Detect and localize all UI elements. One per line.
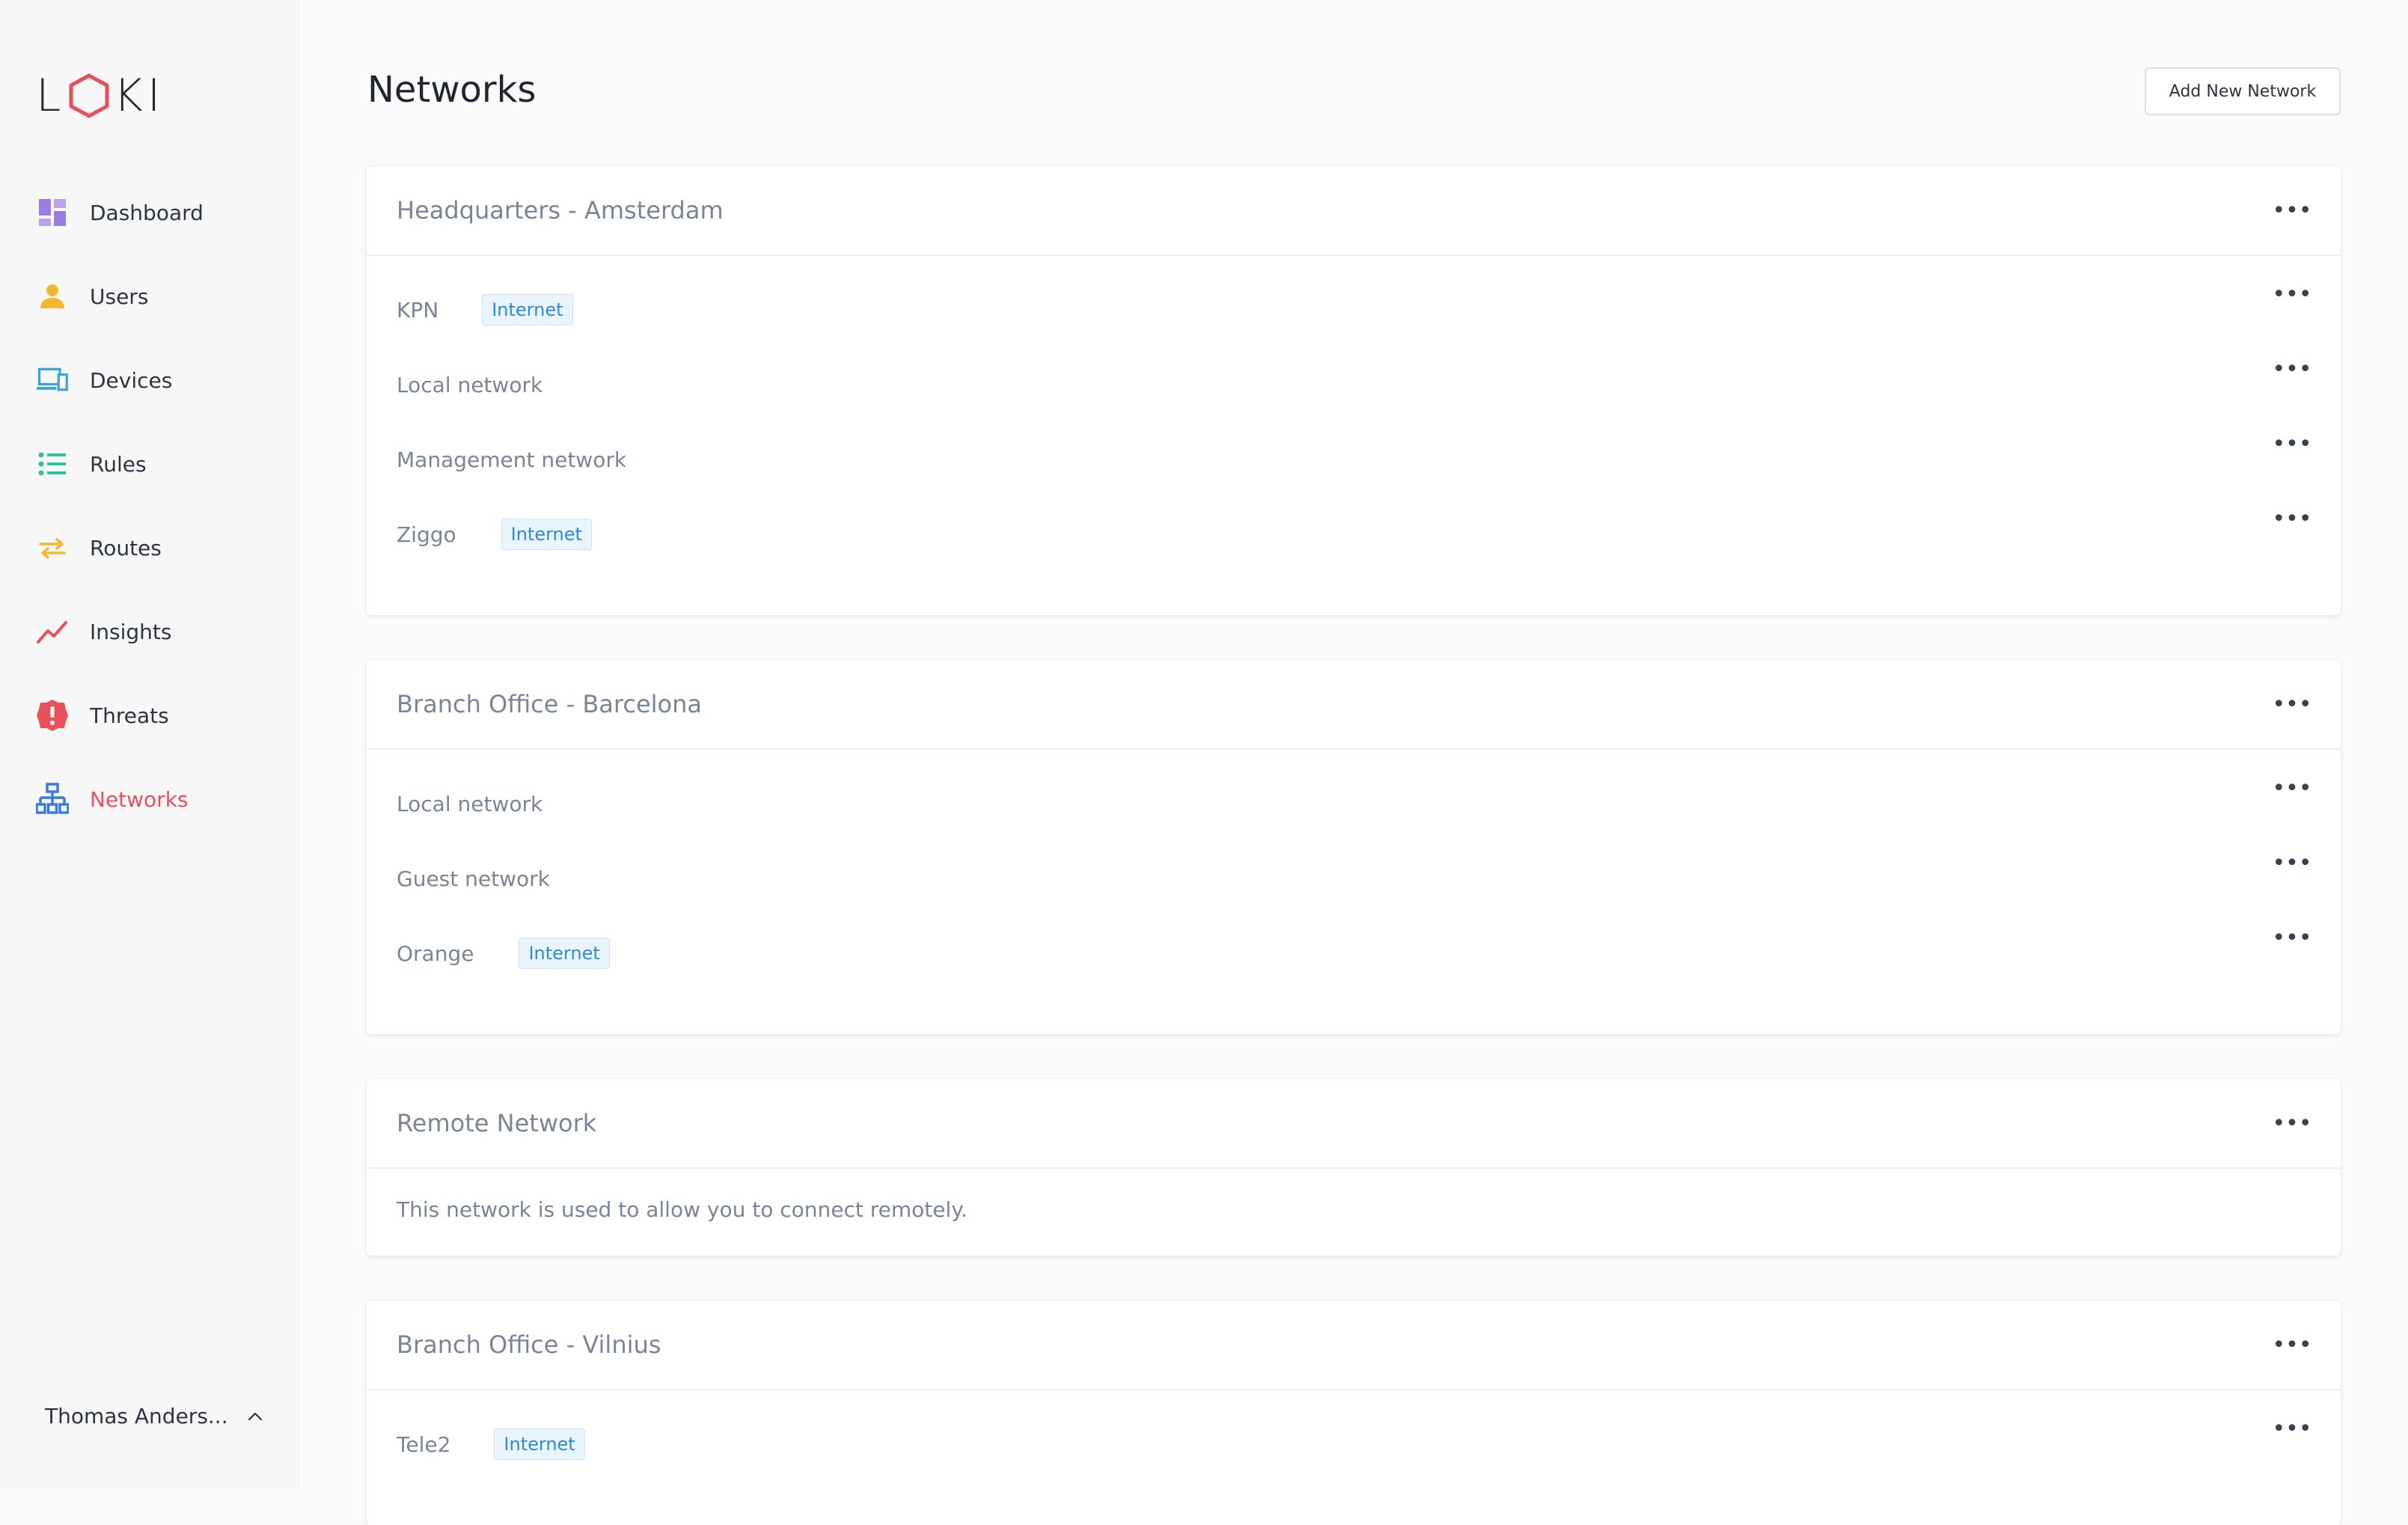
user-name: Thomas Anders... bbox=[45, 1404, 228, 1428]
sidebar-item-label: Users bbox=[90, 284, 149, 309]
more-options-icon[interactable]: ••• bbox=[2272, 925, 2311, 951]
subnet-row-local-network[interactable]: Local network ••• bbox=[397, 356, 2341, 407]
sidebar-item-users[interactable]: Users bbox=[0, 254, 299, 338]
sidebar-item-label: Threats bbox=[90, 703, 169, 728]
card-header: Remote Network ••• bbox=[367, 1079, 2341, 1169]
subnet-row-local-network[interactable]: Local network ••• bbox=[397, 775, 2341, 826]
network-name: Branch Office - Vilnius bbox=[397, 1330, 661, 1359]
sidebar-item-label: Devices bbox=[90, 367, 173, 393]
subnet-name: Guest network bbox=[397, 866, 550, 891]
page-title: Networks bbox=[367, 69, 537, 111]
sidebar-item-label: Rules bbox=[90, 451, 147, 477]
subnet-row-management-network[interactable]: Management network ••• bbox=[397, 431, 2341, 482]
add-new-network-button[interactable]: Add New Network bbox=[2145, 67, 2341, 115]
logo[interactable]: L KI bbox=[36, 70, 165, 122]
sidebar-item-networks[interactable]: Networks bbox=[0, 757, 299, 841]
network-description: This network is used to allow you to con… bbox=[397, 1197, 968, 1222]
sidebar-item-routes[interactable]: Routes bbox=[0, 506, 299, 590]
network-card-branch-office-vilnius: Branch Office - Vilnius ••• Tele2 Intern… bbox=[367, 1301, 2341, 1525]
subnet-name: Local network bbox=[397, 372, 543, 397]
more-options-icon[interactable]: ••• bbox=[2272, 850, 2311, 876]
more-options-icon[interactable]: ••• bbox=[2272, 431, 2311, 457]
sidebar-item-devices[interactable]: Devices bbox=[0, 338, 299, 422]
logo-letters-ki: KI bbox=[113, 70, 165, 122]
more-options-icon[interactable]: ••• bbox=[2272, 775, 2311, 801]
network-name: Branch Office - Barcelona bbox=[397, 690, 702, 718]
more-options-icon[interactable]: ••• bbox=[2272, 691, 2311, 718]
subnet-name: Tele2 bbox=[397, 1431, 451, 1457]
internet-badge: Internet bbox=[482, 294, 573, 326]
network-name: Remote Network bbox=[397, 1109, 597, 1137]
subnet-row-tele2[interactable]: Tele2 Internet ••• bbox=[397, 1416, 2341, 1467]
more-options-icon[interactable]: ••• bbox=[2272, 281, 2311, 308]
more-options-icon[interactable]: ••• bbox=[2272, 1110, 2311, 1137]
user-menu[interactable]: Thomas Anders... bbox=[45, 1404, 264, 1428]
logo-hexagon-icon bbox=[69, 73, 109, 118]
list-icon bbox=[36, 447, 69, 480]
sidebar-item-dashboard[interactable]: Dashboard bbox=[0, 171, 299, 254]
more-options-icon[interactable]: ••• bbox=[2272, 198, 2311, 224]
sidebar-nav: Dashboard Users Devices Rules Routes Ins… bbox=[0, 171, 299, 841]
network-card-branch-office-barcelona: Branch Office - Barcelona ••• Local netw… bbox=[367, 660, 2341, 1034]
sidebar-item-threats[interactable]: Threats bbox=[0, 673, 299, 757]
internet-badge: Internet bbox=[519, 938, 610, 969]
subnet-row-kpn[interactable]: KPN Internet ••• bbox=[397, 281, 2341, 332]
sidebar-item-insights[interactable]: Insights bbox=[0, 590, 299, 673]
card-header: Branch Office - Barcelona ••• bbox=[367, 660, 2341, 750]
network-card-headquarters-amsterdam: Headquarters - Amsterdam ••• KPN Interne… bbox=[367, 166, 2341, 615]
more-options-icon[interactable]: ••• bbox=[2272, 356, 2311, 382]
logo-letter-l: L bbox=[36, 70, 66, 122]
trend-line-icon bbox=[36, 615, 69, 648]
subnet-row-ziggo[interactable]: Ziggo Internet ••• bbox=[397, 506, 2341, 557]
card-header: Branch Office - Vilnius ••• bbox=[367, 1301, 2341, 1390]
subnet-row-guest-network[interactable]: Guest network ••• bbox=[397, 850, 2341, 901]
sidebar-item-rules[interactable]: Rules bbox=[0, 422, 299, 506]
sidebar-item-label: Dashboard bbox=[90, 200, 204, 225]
internet-badge: Internet bbox=[494, 1428, 585, 1460]
sidebar: L KI Dashboard Users Devices Rules Route… bbox=[0, 0, 299, 1489]
user-icon bbox=[36, 280, 69, 313]
internet-badge: Internet bbox=[501, 519, 592, 550]
more-options-icon[interactable]: ••• bbox=[2272, 1332, 2311, 1358]
card-header: Headquarters - Amsterdam ••• bbox=[367, 166, 2341, 256]
subnet-name: Ziggo bbox=[397, 522, 456, 547]
sidebar-item-label: Routes bbox=[90, 535, 162, 560]
alert-octagon-icon bbox=[36, 699, 69, 732]
network-topology-icon bbox=[36, 783, 69, 816]
sidebar-item-label: Networks bbox=[90, 786, 189, 812]
swap-arrows-icon bbox=[36, 531, 69, 564]
subnet-name: Orange bbox=[397, 941, 474, 966]
subnet-name: Local network bbox=[397, 791, 543, 816]
subnet-name: Management network bbox=[397, 447, 627, 472]
network-card-remote-network: Remote Network ••• This network is used … bbox=[367, 1079, 2341, 1256]
dashboard-icon bbox=[36, 196, 69, 229]
subnet-row-orange[interactable]: Orange Internet ••• bbox=[397, 925, 2341, 976]
sidebar-item-label: Insights bbox=[90, 619, 172, 644]
network-name: Headquarters - Amsterdam bbox=[397, 196, 724, 224]
more-options-icon[interactable]: ••• bbox=[2272, 1416, 2311, 1442]
chevron-up-icon bbox=[248, 1412, 262, 1420]
more-options-icon[interactable]: ••• bbox=[2272, 506, 2311, 532]
subnet-name: KPN bbox=[397, 297, 439, 323]
devices-icon bbox=[36, 364, 69, 397]
